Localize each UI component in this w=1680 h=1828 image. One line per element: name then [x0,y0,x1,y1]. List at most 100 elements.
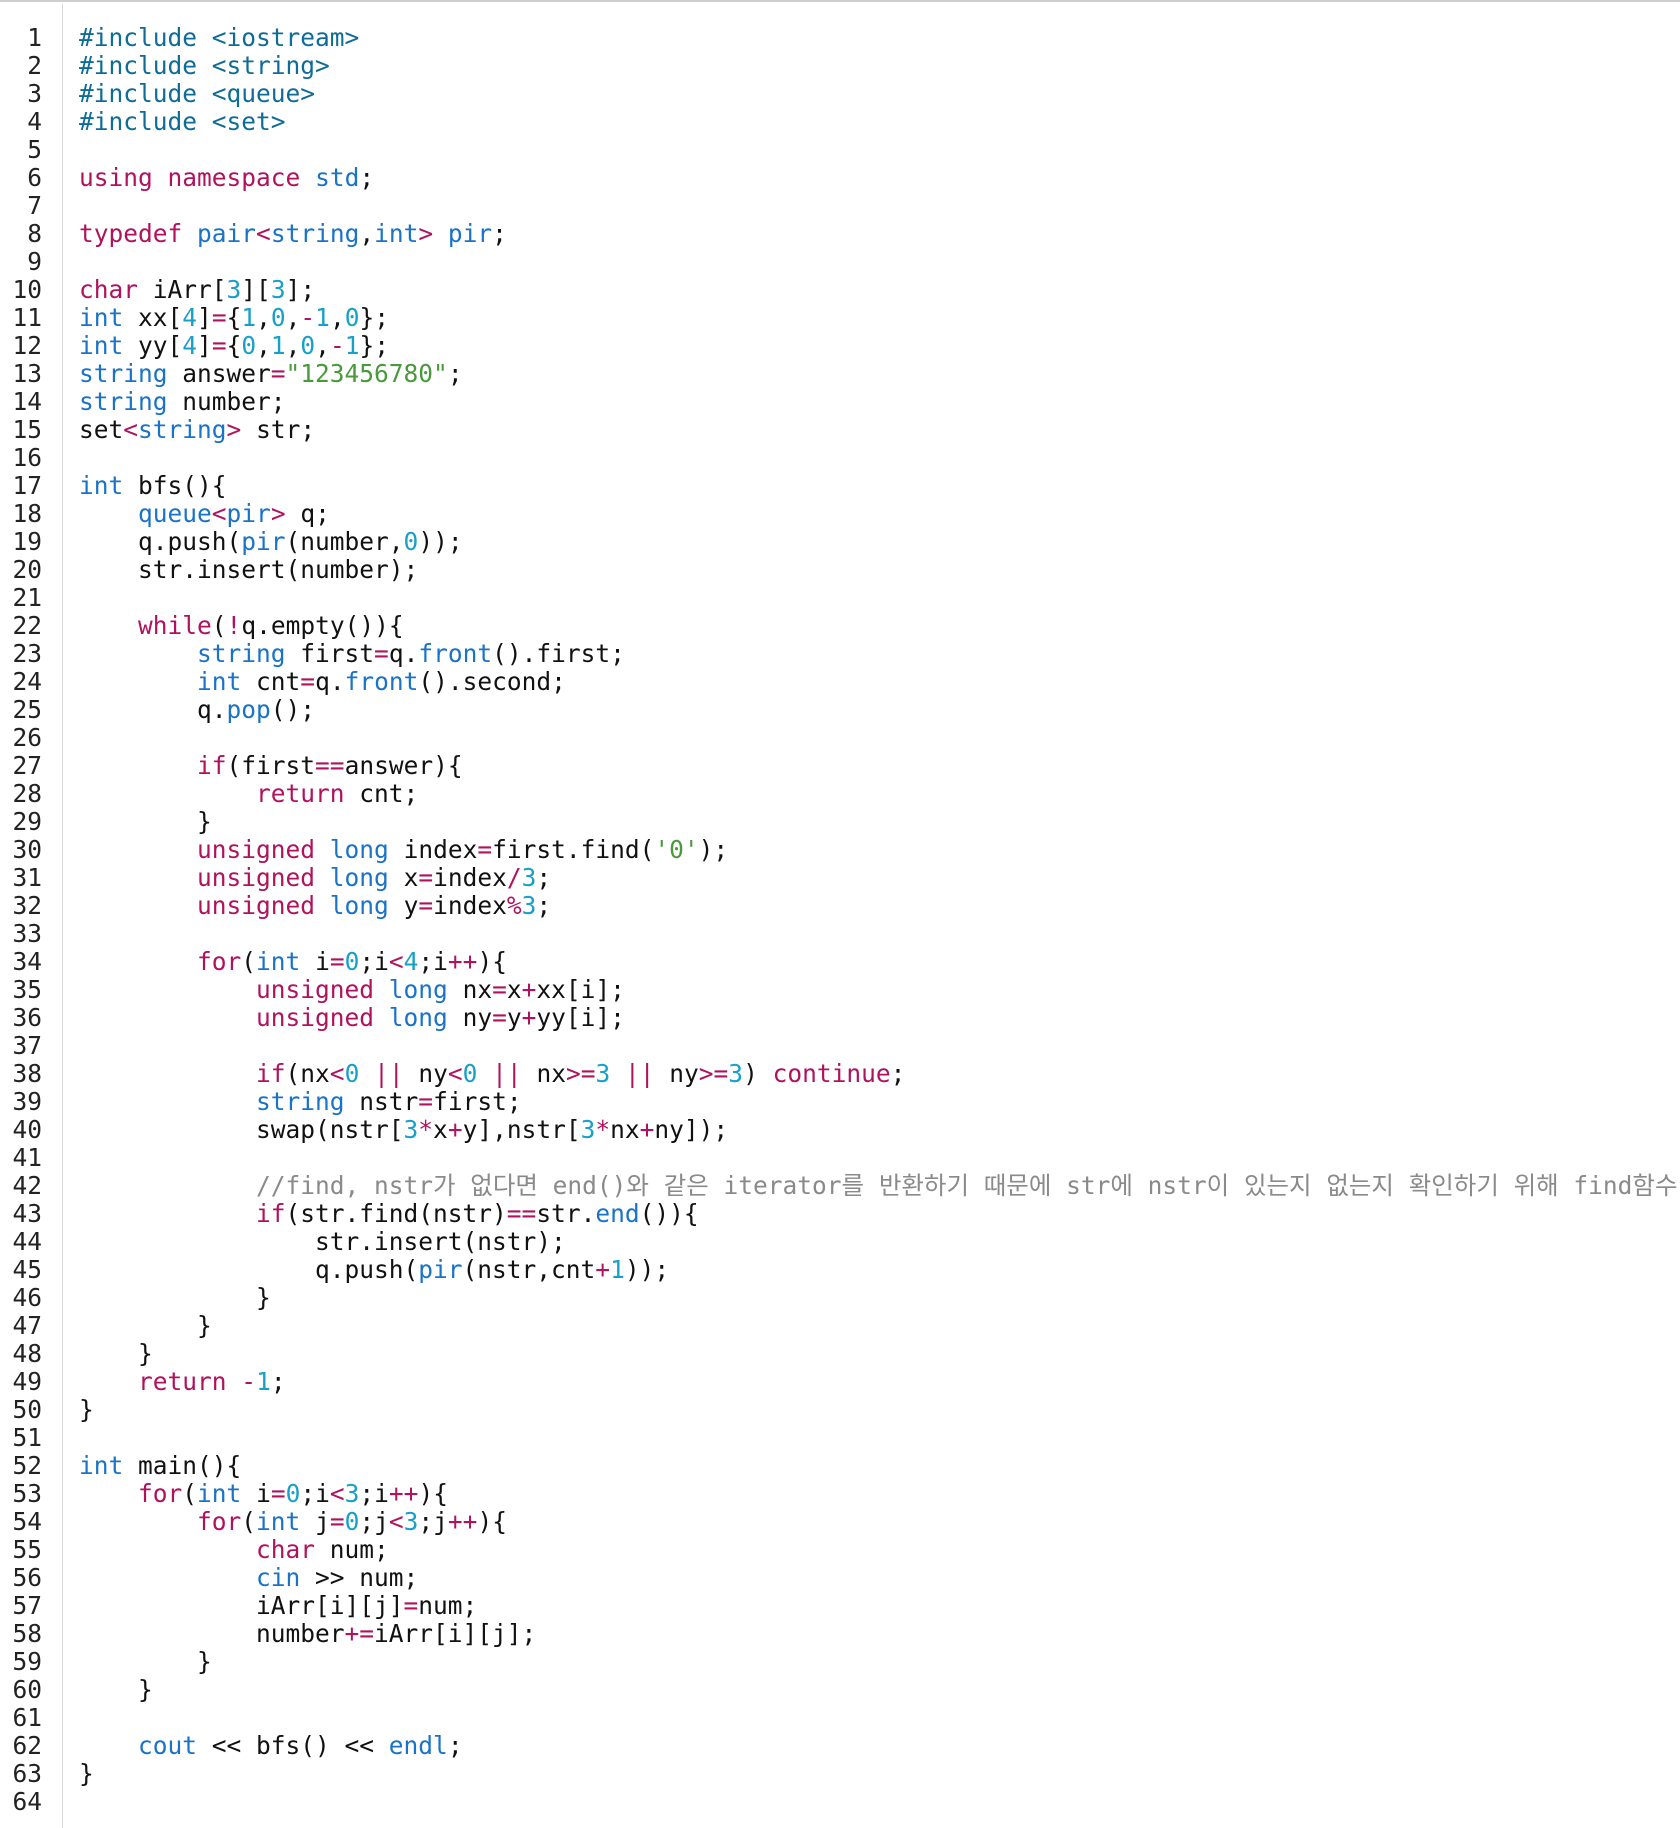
code-text: q.push(pir(number,0)); [79,527,463,556]
line-number: 32 [12,891,42,920]
code-text: string answer="123456780"; [79,359,463,388]
code-text: unsigned long index=first.find('0'); [197,835,729,864]
code-text: #include <string> [79,51,330,80]
line-number: 28 [12,779,42,808]
code-text: string number; [79,387,286,416]
line-number: 52 [12,1451,42,1480]
line-number: 17 [12,471,42,500]
code-text: } [79,1311,212,1340]
code-text: while(!q.empty()){ [138,611,404,640]
code-text: unsigned long y=index%3; [197,891,552,920]
line-number: 35 [12,975,42,1004]
line-number: 60 [12,1675,42,1704]
code-text: str.insert(nstr); [79,1227,566,1256]
code-text: q.pop(); [79,695,316,724]
line-number: 53 [12,1479,42,1508]
code-text: #include <iostream> [79,23,360,52]
code-line: 12 int yy[4]={0,1,0,-1}; [0,332,1680,360]
line-number: 31 [12,863,42,892]
code-text: cin >> num; [256,1563,419,1592]
code-line: 15 set<string> str; [0,416,1680,444]
code-line: 33 [0,920,1680,948]
line-number: 40 [12,1115,42,1144]
line-number: 25 [12,695,42,724]
code-line: 32 unsigned long y=index%3; [0,892,1680,920]
code-text: queue<pir> q; [138,499,330,528]
line-number: 15 [12,415,42,444]
code-line: 9 [0,248,1680,276]
code-line: 46 } [0,1284,1680,1312]
line-number: 61 [12,1703,42,1732]
line-number: 26 [12,723,42,752]
line-number: 51 [12,1423,42,1452]
line-number: 23 [12,639,42,668]
code-text: unsigned long ny=y+yy[i]; [256,1003,625,1032]
line-number: 39 [12,1087,42,1116]
line-number: 6 [27,163,42,192]
code-text: unsigned long nx=x+xx[i]; [256,975,625,1004]
code-text: string nstr=first; [256,1087,522,1116]
code-line: 55 char num; [0,1536,1680,1564]
code-line: 7 [0,192,1680,220]
line-number: 48 [12,1339,42,1368]
code-line: 34 for(int i=0;i<4;i++){ [0,948,1680,976]
code-text: swap(nstr[3*x+y],nstr[3*nx+ny]); [79,1115,729,1144]
code-text: int cnt=q.front().second; [197,667,566,696]
code-text: for(int i=0;i<3;i++){ [138,1479,448,1508]
code-line: 49 return -1; [0,1368,1680,1396]
code-line: 28 return cnt; [0,780,1680,808]
code-text: using namespace std; [79,163,375,192]
code-text: } [79,1647,212,1676]
line-number: 14 [12,387,42,416]
code-text: int bfs(){ [79,471,227,500]
code-text: } [79,807,212,836]
code-line: 24 int cnt=q.front().second; [0,668,1680,696]
code-text: if(nx<0 || ny<0 || nx>=3 || ny>=3) conti… [256,1059,906,1088]
code-line: 3 #include <queue> [0,80,1680,108]
line-number: 63 [12,1759,42,1788]
code-line: 41 [0,1144,1680,1172]
code-line: 29 } [0,808,1680,836]
code-line: 40 swap(nstr[3*x+y],nstr[3*nx+ny]); [0,1116,1680,1144]
code-text: char iArr[3][3]; [79,275,316,304]
code-line: 61 [0,1704,1680,1732]
line-number: 12 [12,331,42,360]
code-line: 64 [0,1788,1680,1816]
code-line: 25 q.pop(); [0,696,1680,724]
code-text: #include <queue> [79,79,316,108]
line-number: 1 [27,23,42,52]
code-line: 19 q.push(pir(number,0)); [0,528,1680,556]
line-number: 10 [12,275,42,304]
code-line: 2 #include <string> [0,52,1680,80]
code-line: 13 string answer="123456780"; [0,360,1680,388]
line-number: 33 [12,919,42,948]
line-number: 36 [12,1003,42,1032]
code-line: 17 int bfs(){ [0,472,1680,500]
line-number: 22 [12,611,42,640]
code-line: 60 } [0,1676,1680,1704]
code-text: return cnt; [256,779,419,808]
code-editor[interactable]: 1 #include <iostream> 2 #include <string> 3 #… [0,24,1680,1816]
code-text: string first=q.front().first; [197,639,625,668]
code-text: } [79,1759,94,1788]
line-number: 2 [27,51,42,80]
line-number: 50 [12,1395,42,1424]
code-text: } [79,1283,271,1312]
code-line: 38 if(nx<0 || ny<0 || nx>=3 || ny>=3) co… [0,1060,1680,1088]
line-number: 57 [12,1591,42,1620]
line-number: 34 [12,947,42,976]
code-text: } [79,1395,94,1424]
code-line: 39 string nstr=first; [0,1088,1680,1116]
code-line: 27 if(first==answer){ [0,752,1680,780]
line-number: 55 [12,1535,42,1564]
line-number: 49 [12,1367,42,1396]
code-text: return -1; [138,1367,286,1396]
code-line: 45 q.push(pir(nstr,cnt+1)); [0,1256,1680,1284]
code-line: 6 using namespace std; [0,164,1680,192]
code-line: 53 for(int i=0;i<3;i++){ [0,1480,1680,1508]
code-text: if(str.find(nstr)==str.end()){ [256,1199,699,1228]
line-number: 47 [12,1311,42,1340]
code-text: cout << bfs() << endl; [138,1731,463,1760]
line-number: 29 [12,807,42,836]
line-number: 21 [12,583,42,612]
